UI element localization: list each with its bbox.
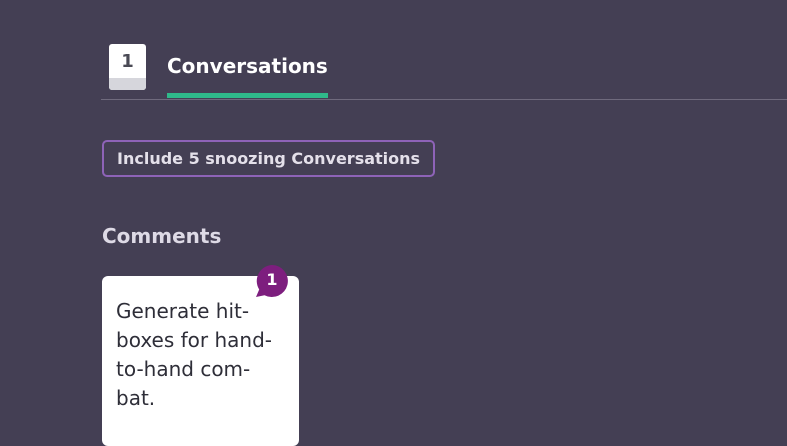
comment-count-badge: 1	[255, 264, 289, 298]
conversation-count-box: 1	[109, 44, 146, 90]
active-tab-indicator	[167, 93, 328, 98]
comment-text: Generate hit-boxes for hand-to-hand com-…	[116, 299, 272, 410]
comment-card[interactable]: Generate hit-boxes for hand-to-hand com-…	[102, 276, 299, 446]
tab-conversations-label: Conversations	[167, 54, 328, 78]
conversation-count: 1	[121, 51, 134, 72]
tab-header: 1 Conversations	[101, 0, 787, 100]
include-snoozing-label: Include 5 snoozing Conversations	[117, 149, 421, 168]
tab-conversations[interactable]: Conversations	[167, 46, 328, 98]
comments-heading: Comments	[102, 224, 222, 248]
count-box-footer	[109, 78, 146, 90]
include-snoozing-button[interactable]: Include 5 snoozing Conversations	[102, 140, 436, 177]
comment-badge-count: 1	[266, 270, 278, 289]
